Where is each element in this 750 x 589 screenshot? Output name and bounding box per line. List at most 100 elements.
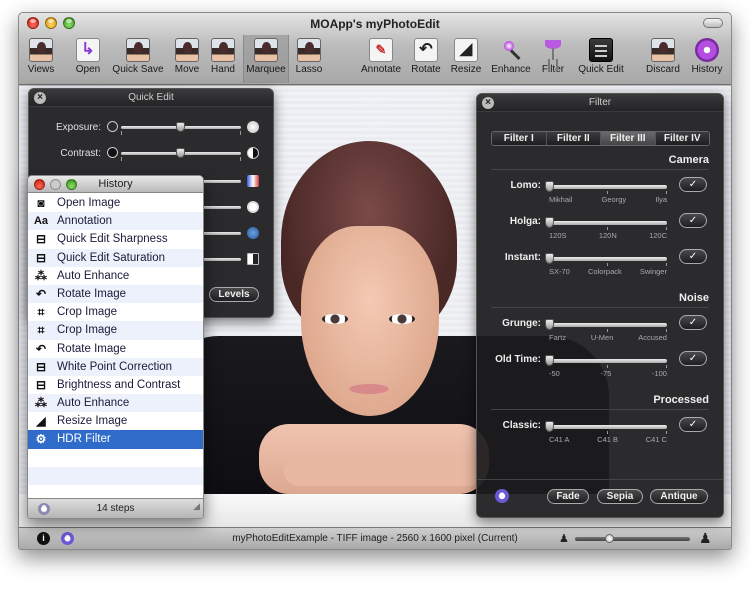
history-close-button[interactable] <box>34 179 45 190</box>
apply-filter-toggle[interactable]: ✓ <box>679 213 707 228</box>
toggle-toolbar-button[interactable] <box>703 18 723 28</box>
views-icon <box>29 38 53 62</box>
history-item[interactable]: ⚙ HDR Filter <box>28 430 203 449</box>
filter-row-label: Holga: <box>509 216 541 227</box>
sepia-button[interactable]: Sepia <box>597 489 643 504</box>
filter-row-label: Old Time: <box>495 354 541 365</box>
toolbar-marquee-button[interactable]: Marquee <box>243 35 289 83</box>
history-item[interactable]: ⊟ Quick Edit Sharpness <box>28 230 203 249</box>
apply-filter-toggle[interactable]: ✓ <box>679 249 707 264</box>
zoom-in-icon[interactable]: ♟ <box>699 530 712 547</box>
filter-slider[interactable] <box>545 181 667 194</box>
close-icon[interactable]: × <box>34 92 46 104</box>
history-item[interactable]: ↶ Rotate Image <box>28 284 203 304</box>
toolbar-move-button[interactable]: Move <box>171 35 203 83</box>
history-empty-row <box>28 448 203 467</box>
history-help-button[interactable]: ? <box>38 503 50 515</box>
history-item-label: Rotate Image <box>57 342 127 355</box>
filter-slider-knob[interactable] <box>545 355 554 366</box>
filter-tick-labels: 120S 120N 120C <box>549 231 667 240</box>
filter-slider[interactable] <box>545 319 667 332</box>
history-title: History <box>98 178 133 190</box>
section-heading-processed: Processed <box>653 394 709 406</box>
history-item-label: White Point Correction <box>57 360 173 373</box>
toolbar-quick-edit-button[interactable]: Quick Edit <box>573 35 629 83</box>
toolbar-rotate-button[interactable]: ↶ Rotate <box>409 35 443 83</box>
divider <box>491 169 709 170</box>
toolbar-enhance-button[interactable]: Enhance <box>489 35 533 83</box>
tab-filter-2[interactable]: Filter II <box>546 132 601 145</box>
apply-filter-toggle[interactable]: ✓ <box>679 417 707 432</box>
toolbar-open-button[interactable]: ↳ Open <box>71 35 105 83</box>
history-item-label: Quick Edit Sharpness <box>57 233 168 246</box>
history-item-label: Open Image <box>57 197 121 209</box>
filter-slider[interactable] <box>545 355 667 368</box>
toolbar-quick-save-button[interactable]: Quick Save <box>111 35 165 83</box>
history-item[interactable]: ⌗ Crop Image <box>28 303 203 322</box>
filter-slider-knob[interactable] <box>545 253 554 264</box>
history-item[interactable]: ◢ Resize Image <box>28 412 203 431</box>
toolbar-annotate-button[interactable]: ✎ Annotate <box>359 35 403 83</box>
hdr-filter-icon: ⚙ <box>35 432 47 447</box>
zoom-slider[interactable] <box>575 534 690 543</box>
toolbar-views-button[interactable]: Views <box>23 35 59 83</box>
history-item[interactable]: ⊟ Brightness and Contrast <box>28 375 203 395</box>
slider-tick <box>666 263 667 266</box>
apply-filter-toggle[interactable]: ✓ <box>679 315 707 330</box>
toolbar-resize-button[interactable]: ◢ Resize <box>449 35 483 83</box>
history-item-label: HDR Filter <box>57 433 111 446</box>
tick-label: Georgy <box>601 195 627 204</box>
filter-help-button[interactable]: ? <box>495 489 509 503</box>
zoom-out-icon[interactable]: ♟ <box>559 532 569 545</box>
history-item[interactable]: ↶ Rotate Image <box>28 339 203 358</box>
history-item[interactable]: ⌗ Crop Image <box>28 321 203 340</box>
filter-tick-labels: -50 -75 -100 <box>549 369 667 378</box>
filter-slider[interactable] <box>545 217 667 230</box>
tab-filter-3[interactable]: Filter III <box>601 132 656 145</box>
toolbar-lasso-button[interactable]: Lasso <box>293 35 325 83</box>
history-item-label: Crop Image <box>57 306 118 319</box>
history-item[interactable]: ⊟ Quick Edit Saturation <box>28 248 203 267</box>
discard-icon <box>651 38 675 62</box>
apply-filter-toggle[interactable]: ✓ <box>679 177 707 192</box>
toolbar-discard-button[interactable]: Discard <box>643 35 683 83</box>
contrast-slider[interactable] <box>121 148 241 158</box>
filter-slider-knob[interactable] <box>545 217 554 228</box>
filter-slider-knob[interactable] <box>545 421 554 432</box>
window-title: MOApp's myPhotoEdit <box>310 17 440 31</box>
apply-filter-toggle[interactable]: ✓ <box>679 351 707 366</box>
slider-ticks <box>121 131 241 135</box>
history-item[interactable]: ⊟ White Point Correction <box>28 357 203 376</box>
filter-row-label: Classic: <box>502 420 541 431</box>
history-item[interactable]: ◙ Open Image <box>28 194 203 213</box>
tick-label: 120N <box>598 231 617 240</box>
antique-button[interactable]: Antique <box>650 489 708 504</box>
filter-slider-knob[interactable] <box>545 319 554 330</box>
toolbar-label: Quick Edit <box>578 64 624 75</box>
filter-slider-knob[interactable] <box>545 181 554 192</box>
history-zoom-button[interactable] <box>66 179 77 190</box>
slider-tick <box>607 431 608 434</box>
toolbar-history-button[interactable]: History <box>687 35 727 83</box>
history-icon <box>695 38 719 62</box>
close-icon[interactable]: × <box>482 97 494 109</box>
history-item[interactable]: ⁂ Auto Enhance <box>28 394 203 413</box>
tab-filter-4[interactable]: Filter IV <box>655 132 709 145</box>
tab-filter-1[interactable]: Filter I <box>492 132 547 145</box>
history-minimize-button[interactable] <box>50 179 61 190</box>
levels-button[interactable]: Levels <box>209 287 259 302</box>
toolbar-filter-button[interactable]: Filter <box>537 35 569 83</box>
filter-slider[interactable] <box>545 253 667 266</box>
exposure-slider[interactable] <box>121 122 241 132</box>
zoom-slider-knob[interactable] <box>604 534 614 543</box>
filter-slider[interactable] <box>545 421 667 434</box>
history-item-label: Resize Image <box>57 415 128 428</box>
history-item[interactable]: Aa Annotation <box>28 212 203 231</box>
toolbar-hand-button[interactable]: Hand <box>207 35 239 83</box>
tick-label: Ilya <box>655 195 667 204</box>
resize-grip-icon[interactable]: ◢ <box>193 496 200 516</box>
fade-button[interactable]: Fade <box>547 489 589 504</box>
annotate-icon: ✎ <box>369 38 393 62</box>
tick-label: Fartz <box>549 333 567 342</box>
history-item[interactable]: ⁂ Auto Enhance <box>28 266 203 285</box>
